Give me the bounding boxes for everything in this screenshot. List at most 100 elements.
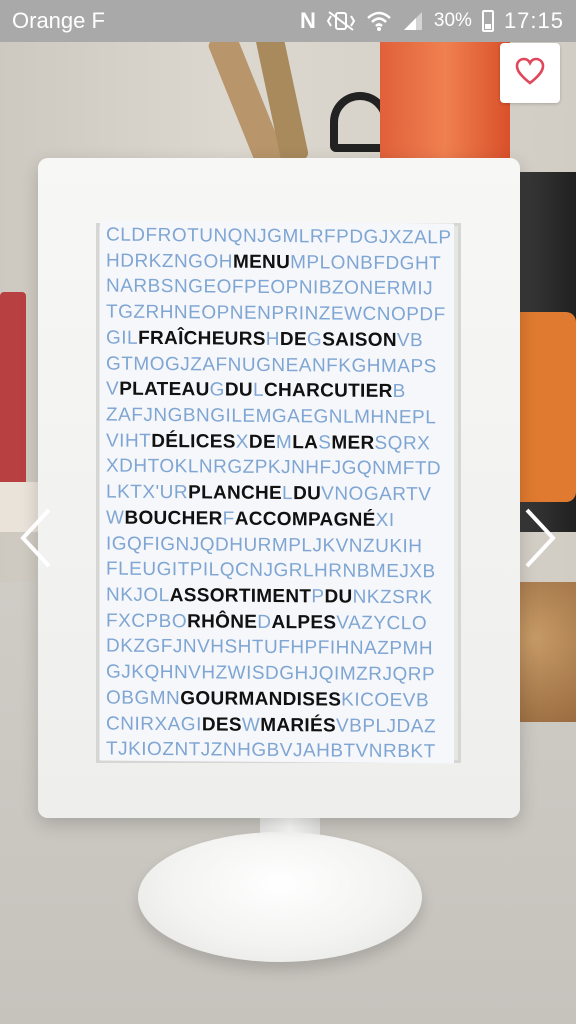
menu-letter-row: GTMOGJZAFNUGNEANFKGHMAPS bbox=[100, 351, 454, 380]
filler-letters: CLDFROTUNQNJGMLRFPDGJXZALP bbox=[106, 224, 452, 249]
filler-letters: TJKIOZNTJZNHGBVJAHBTVNRBKT bbox=[106, 738, 436, 763]
filler-letters: OBGMN bbox=[106, 687, 181, 709]
menu-letter-row: NKJOLASSORTIMENTPDUNKZSRK bbox=[100, 582, 454, 611]
filler-letters: VAZYCLO bbox=[336, 612, 428, 635]
menu-letter-row: FLEUGITPILQCNJGRLHRNBMEJXB bbox=[100, 557, 454, 586]
menu-word: PLATEAU bbox=[119, 378, 210, 401]
menu-word: LA bbox=[292, 431, 319, 454]
menu-letter-row: DKZGFJNVHSHTUFHPFIHNAZPMH bbox=[100, 634, 454, 663]
menu-word: GOURMANDISES bbox=[180, 687, 342, 711]
filler-letters: VB bbox=[396, 329, 424, 352]
menu-letter-row: LKTX'URPLANCHELDUVNOGARTV bbox=[100, 480, 454, 509]
filler-letters: HDRKZNGOH bbox=[106, 250, 233, 273]
filler-letters: ZAFJNGBNGILEMGAEGNLMHNEPL bbox=[106, 404, 437, 429]
filler-letters: NARBSNGEOFPEOPNIBZONERMIJ bbox=[106, 275, 434, 300]
filler-letters: V bbox=[106, 378, 120, 400]
filler-letters: G bbox=[209, 379, 225, 401]
filler-letters: VIHT bbox=[106, 430, 152, 452]
filler-letters: VNOGARTV bbox=[321, 483, 432, 506]
filler-letters: GJKQHNVHZWISDGHJQIMZRJQRP bbox=[106, 661, 436, 686]
menu-word: ALPES bbox=[271, 611, 337, 634]
filler-letters: FXCPBO bbox=[106, 610, 188, 632]
menu-letter-row: HDRKZNGOHMENUMPLONBFDGHT bbox=[100, 248, 454, 277]
menu-letter-row: NARBSNGEOFPEOPNIBZONERMIJ bbox=[100, 274, 454, 303]
filler-letters: CNIRXAGI bbox=[106, 713, 202, 735]
menu-word: DU bbox=[324, 586, 353, 608]
menu-word: ASSORTIMENT bbox=[169, 585, 312, 608]
filler-letters: L bbox=[252, 380, 265, 402]
filler-letters: MPLONBFDGHT bbox=[290, 251, 442, 275]
filler-letters: S bbox=[318, 432, 332, 454]
battery-charging-icon bbox=[481, 9, 494, 33]
filler-letters: W bbox=[106, 507, 125, 529]
clock-time: 17:15 bbox=[503, 8, 564, 33]
menu-word: MER bbox=[331, 432, 375, 454]
filler-letters: GTMOGJZAFNUGNEANFKGHMAPS bbox=[106, 353, 437, 377]
filler-letters: B bbox=[392, 381, 406, 403]
filler-letters: NKJOL bbox=[106, 584, 170, 607]
menu-word: DE bbox=[279, 328, 307, 351]
menu-word: MARIÉS bbox=[260, 714, 336, 737]
photo-viewer[interactable]: CLDFROTUNQNJGMLRFPDGJXZALP HDRKZNGOHMENUM… bbox=[0, 42, 576, 1024]
status-icons: N 30% 17:15 bbox=[300, 8, 564, 34]
heart-outline-icon bbox=[515, 57, 545, 90]
status-bar: Orange F N 30% 17:15 bbox=[0, 0, 576, 42]
filler-letters: H bbox=[265, 328, 280, 350]
filler-letters: X bbox=[235, 431, 249, 453]
menu-word: BOUCHER bbox=[124, 507, 223, 530]
filler-letters: F bbox=[222, 508, 235, 530]
menu-word: DES bbox=[201, 713, 242, 736]
menu-letter-row: ZAFJNGBNGILEMGAEGNLMHNEPL bbox=[100, 402, 454, 431]
filler-letters: P bbox=[311, 586, 325, 608]
menu-word: DE bbox=[248, 431, 276, 453]
battery-percent: 30% bbox=[433, 10, 472, 31]
favorite-button[interactable] bbox=[500, 43, 560, 103]
menu-letter-row: CNIRXAGIDESWMARIÉSVBPLJDAZ bbox=[100, 711, 454, 740]
menu-letter-row: FXCPBORHÔNEDALPESVAZYCLO bbox=[100, 608, 454, 637]
nfc-icon: N bbox=[300, 8, 316, 33]
filler-letters: NKZSRK bbox=[352, 586, 433, 609]
filler-letters: GIL bbox=[106, 327, 139, 349]
menu-word: ACCOMPAGNÉ bbox=[234, 508, 376, 531]
menu-word: RHÔNE bbox=[187, 610, 258, 633]
menu-word: FRAÎCHEURS bbox=[138, 327, 266, 350]
menu-letter-row: CLDFROTUNQNJGMLRFPDGJXZALP bbox=[100, 222, 454, 251]
filler-letters: G bbox=[306, 329, 323, 351]
filler-letters: L bbox=[282, 483, 294, 505]
menu-letter-row: WBOUCHERFACCOMPAGNÉXI bbox=[100, 505, 454, 534]
filler-letters: FLEUGITPILQCNJGRLHRNBMEJXB bbox=[106, 558, 436, 583]
menu-letter-row: GJKQHNVHZWISDGHJQIMZRJQRP bbox=[100, 660, 454, 689]
filler-letters: XI bbox=[375, 509, 395, 531]
menu-word: CHARCUTIER bbox=[264, 380, 393, 403]
menu-word: MENU bbox=[232, 251, 291, 273]
filler-letters: W bbox=[241, 714, 261, 736]
filler-letters: D bbox=[257, 611, 272, 633]
filler-letters: KICOEVB bbox=[341, 689, 430, 712]
filler-letters: LKTX'UR bbox=[106, 481, 189, 504]
filler-letters: DKZGFJNVHSHTUFHPFIHNAZPMH bbox=[106, 635, 434, 660]
filler-letters: M bbox=[275, 431, 293, 453]
menu-letter-row: VPLATEAUGDULCHARCUTIERB bbox=[100, 377, 454, 406]
chevron-left-icon bbox=[19, 508, 53, 573]
menu-letter-row: IGQFIGNJQDHURMPLJKVNZUKIH bbox=[100, 531, 454, 560]
menu-letter-row: XDHTOKLNRGZPKJNHFJGQNMFTD bbox=[100, 454, 454, 483]
menu-letter-row: OBGMNGOURMANDISESKICOEVB bbox=[100, 685, 454, 714]
background-object bbox=[0, 292, 26, 502]
frame-base bbox=[138, 832, 422, 962]
chevron-right-icon bbox=[523, 508, 557, 573]
menu-word: DU bbox=[293, 483, 322, 505]
wifi-icon bbox=[366, 9, 392, 33]
next-photo-button[interactable] bbox=[520, 508, 560, 572]
menu-word: DU bbox=[224, 379, 253, 402]
previous-photo-button[interactable] bbox=[16, 508, 56, 572]
menu-letter-row: TJKIOZNTJZNHGBVJAHBTVNRBKT bbox=[100, 737, 454, 764]
background-cup bbox=[380, 42, 510, 162]
filler-letters: XDHTOKLNRGZPKJNHFJGQNMFTD bbox=[106, 455, 442, 480]
menu-card: CLDFROTUNQNJGMLRFPDGJXZALP HDRKZNGOHMENUM… bbox=[100, 220, 454, 764]
carrier-name: Orange F bbox=[12, 8, 105, 33]
filler-letters: TGZRHNEOPNENPRINZEWCNOPDF bbox=[106, 301, 446, 326]
menu-letter-row: VIHTDÉLICESXDEMLASMERSQRX bbox=[100, 428, 454, 457]
signal-icon bbox=[402, 9, 424, 33]
menu-word: SAISON bbox=[322, 329, 397, 351]
menu-letter-row: GILFRAÎCHEURSHDEGSAISONVB bbox=[100, 325, 454, 354]
